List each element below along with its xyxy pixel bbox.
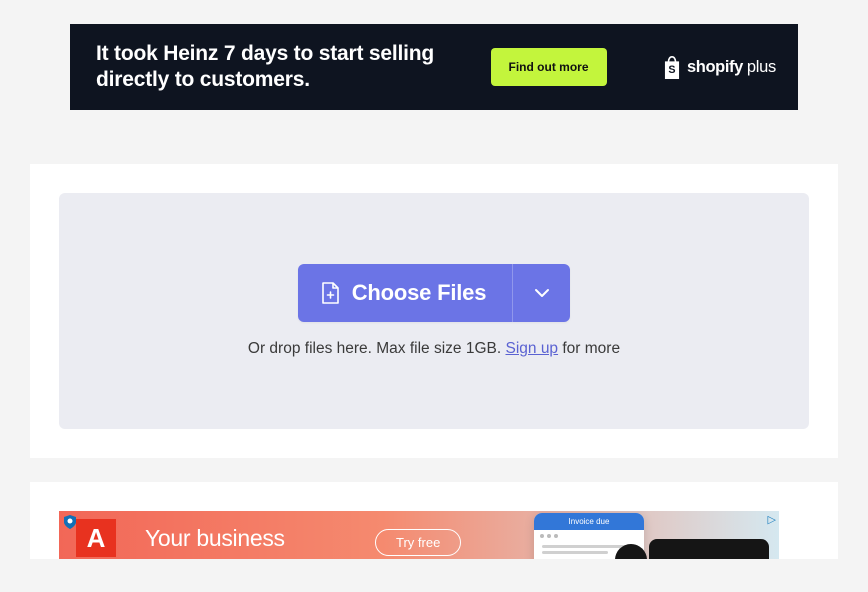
try-free-button[interactable]: Try free <box>375 529 461 556</box>
drop-suffix: for more <box>558 340 620 357</box>
ad-illustration-laptop <box>649 539 769 559</box>
brand-name: shopify <box>687 58 743 77</box>
choose-files-button[interactable]: Choose Files <box>298 264 513 322</box>
ad-banner-bottom[interactable]: ▷ A Your business Try free Invoice due <box>59 511 779 559</box>
drop-prefix: Or drop files here. Max file size 1GB. <box>248 340 506 357</box>
ad-card-bottom: ▷ A Your business Try free Invoice due <box>30 482 838 559</box>
ad-banner-top[interactable]: It took Heinz 7 days to start selling di… <box>70 24 798 110</box>
bottom-ad-headline: Your business <box>145 525 285 552</box>
choose-files-group: Choose Files <box>298 264 571 322</box>
shopping-bag-icon: S <box>661 55 683 80</box>
choose-files-label: Choose Files <box>352 280 487 306</box>
signup-link[interactable]: Sign up <box>505 340 558 357</box>
adobe-logo: A <box>76 519 116 557</box>
choose-files-dropdown[interactable] <box>512 264 570 322</box>
file-plus-icon <box>320 281 340 305</box>
ad-cta-button[interactable]: Find out more <box>491 48 607 86</box>
ad-info-icon[interactable]: ▷ <box>768 513 776 526</box>
shopify-logo: S shopifyplus <box>661 55 776 80</box>
ad-headline: It took Heinz 7 days to start selling di… <box>96 41 436 92</box>
drop-hint: Or drop files here. Max file size 1GB. S… <box>248 340 620 358</box>
svg-text:S: S <box>668 63 675 75</box>
upload-card: Choose Files Or drop files here. Max fil… <box>30 164 838 458</box>
mock-window-title: Invoice due <box>534 513 644 530</box>
brand-suffix: plus <box>747 58 776 77</box>
dropzone[interactable]: Choose Files Or drop files here. Max fil… <box>59 193 809 429</box>
adobe-a-icon: A <box>87 523 106 554</box>
chevron-down-icon <box>534 288 550 298</box>
